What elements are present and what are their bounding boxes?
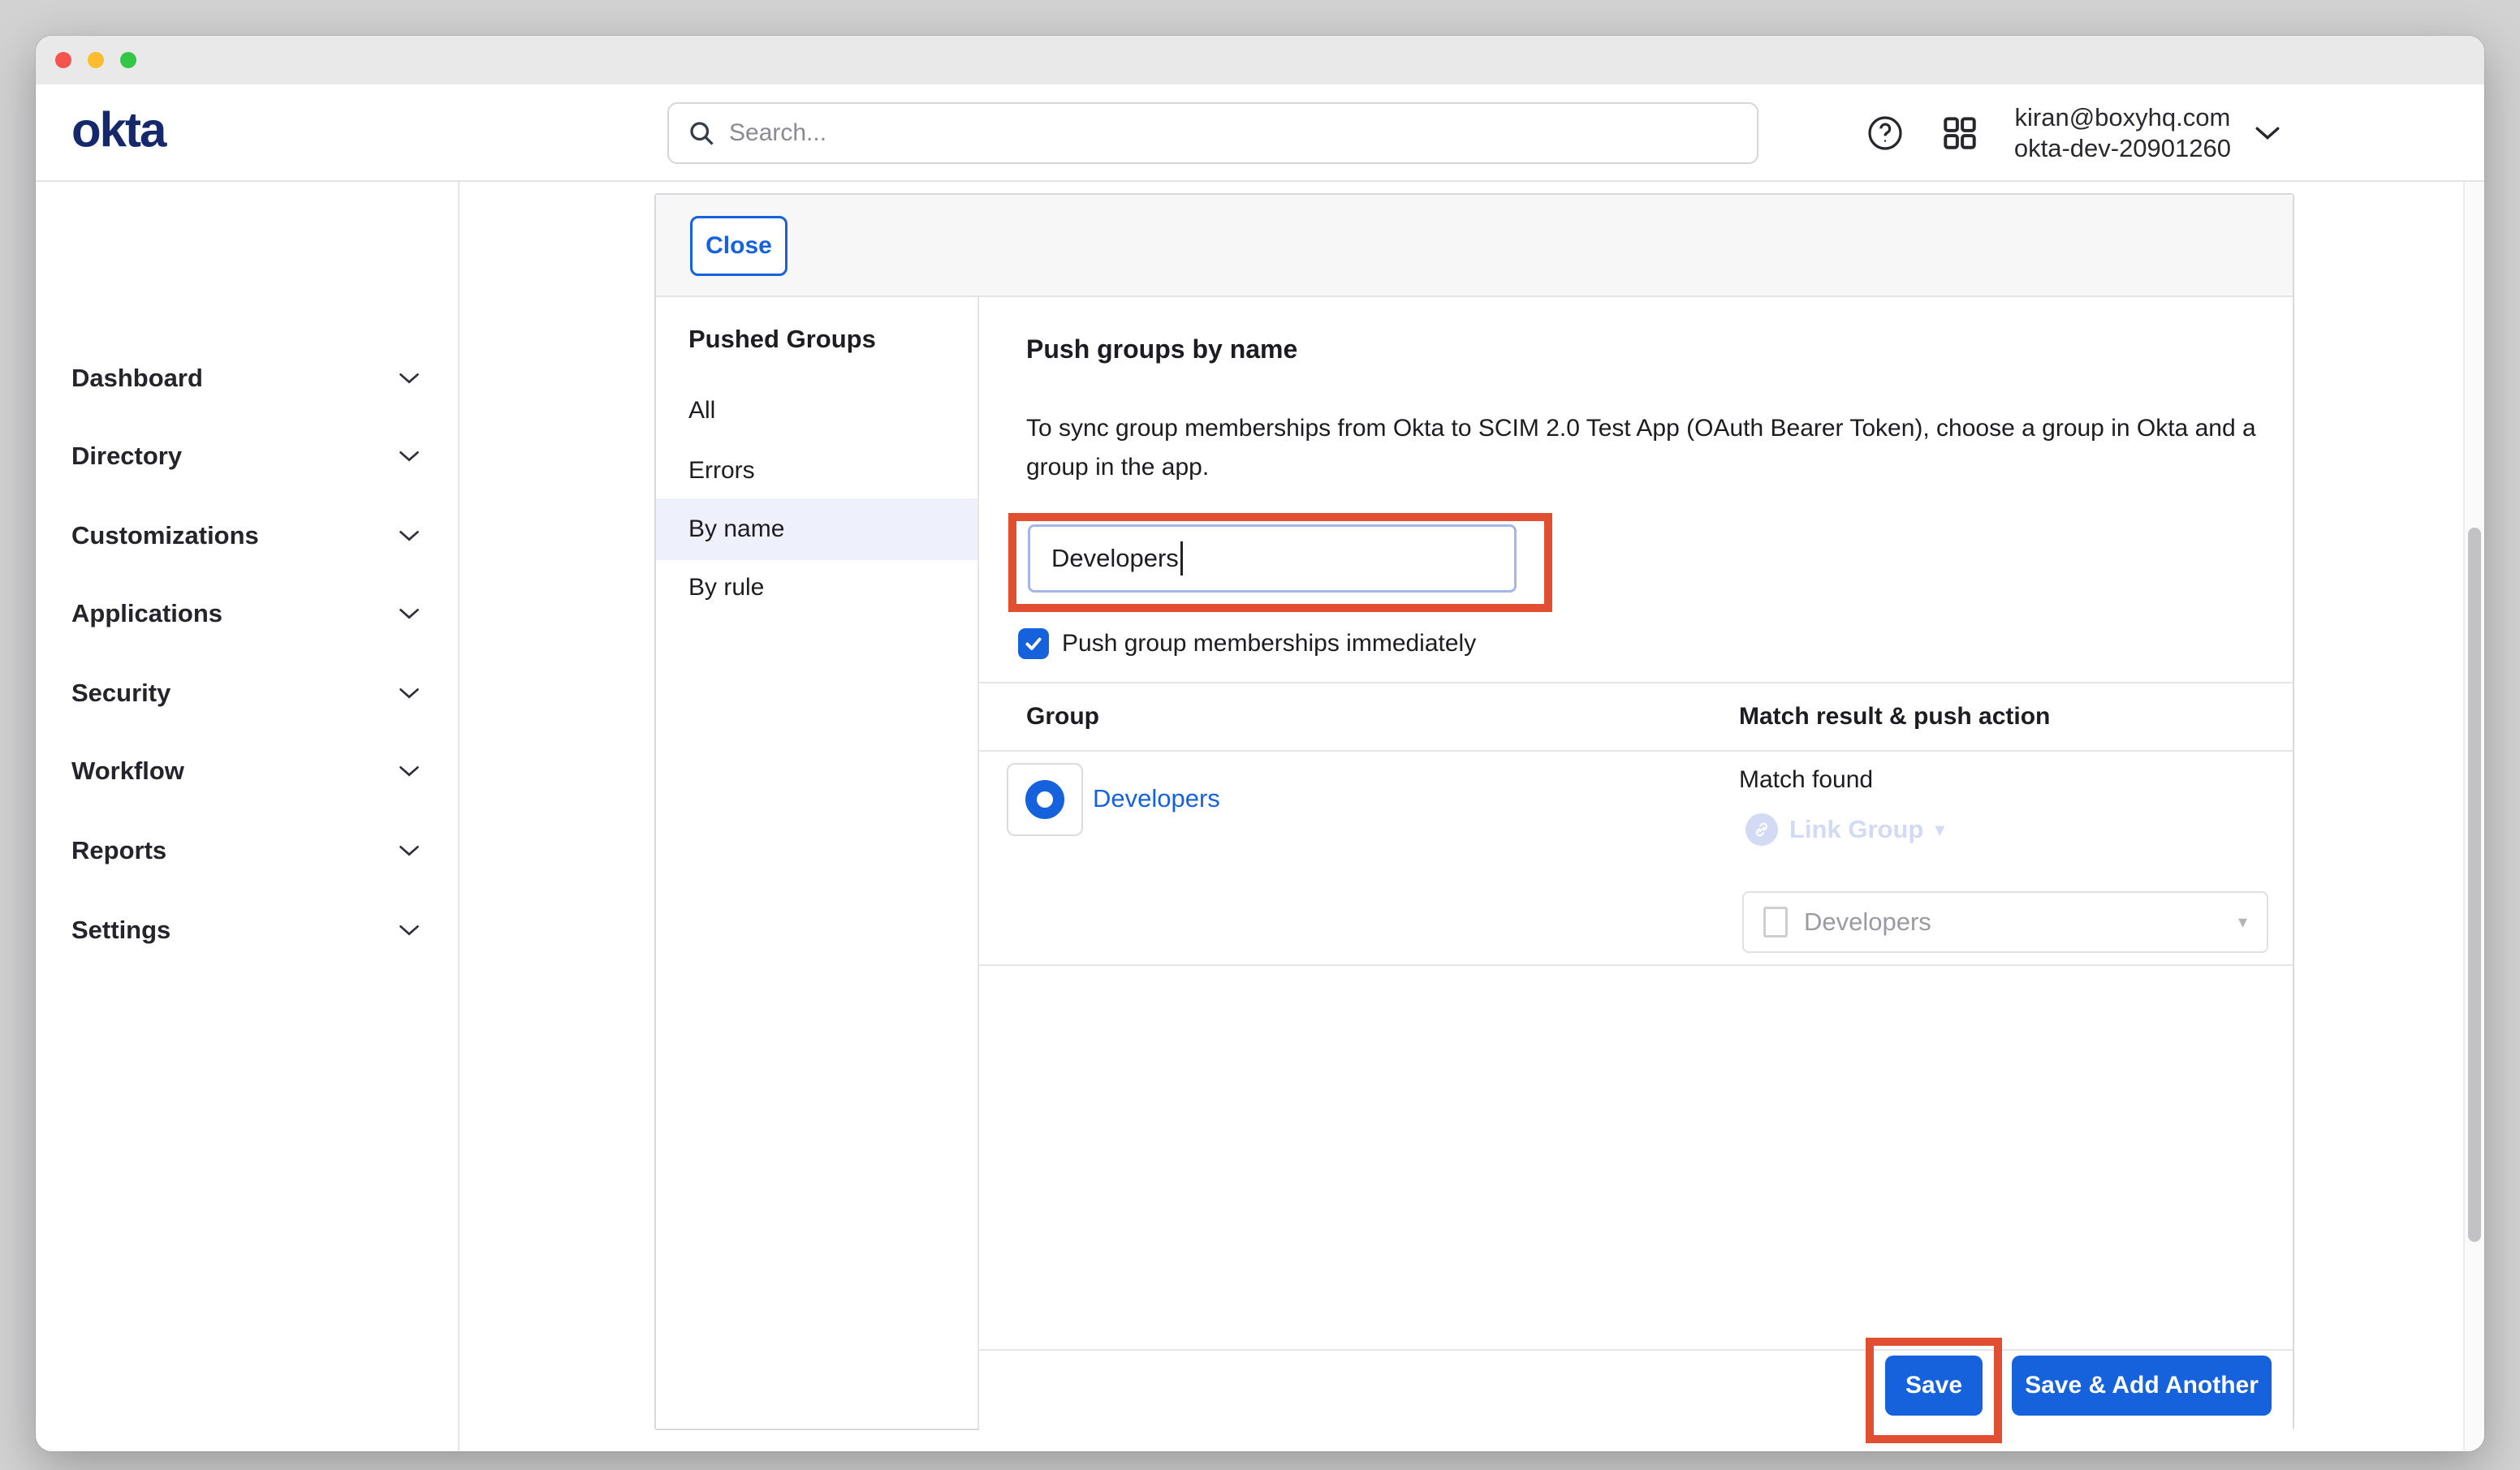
description-text: To sync group memberships from Okta to S… (1026, 409, 2260, 487)
sidebar-item-settings[interactable]: Settings (36, 912, 458, 948)
global-search[interactable] (667, 102, 1758, 164)
group-avatar (1007, 763, 1083, 836)
window-close-button[interactable] (55, 52, 71, 68)
chevron-down-icon (398, 371, 421, 386)
nav-item-errors[interactable]: Errors (656, 453, 977, 489)
account-email: kiran@boxyhq.com (2014, 102, 2231, 133)
check-icon (1023, 633, 1044, 654)
chevron-down-icon (398, 843, 421, 858)
divider (979, 964, 2293, 966)
sidebar-item-applications[interactable]: Applications (36, 596, 458, 632)
pushed-groups-nav: Pushed Groups All Errors By name By rule (656, 297, 979, 1429)
search-icon (687, 119, 716, 148)
panel-toolbar: Close (656, 195, 2293, 297)
link-group-label: Link Group (1789, 815, 1923, 844)
chevron-down-icon (398, 764, 421, 778)
window-titlebar (36, 36, 2484, 84)
okta-logo[interactable]: okta (71, 102, 165, 158)
sidebar-nav: Dashboard Directory Customizations Appli… (36, 182, 460, 1451)
app-header: okta (36, 84, 2484, 182)
apps-grid-icon[interactable] (1940, 113, 1980, 153)
group-link[interactable]: Developers (1093, 784, 1220, 813)
scrollbar-thumb[interactable] (2468, 528, 2481, 1242)
caret-down-icon: ▾ (2238, 912, 2247, 933)
push-groups-panel: Close Pushed Groups All Errors By name B… (654, 193, 2294, 1430)
chevron-down-icon (398, 449, 421, 463)
scrollbar-track[interactable] (2463, 182, 2484, 1451)
sidebar-item-dashboard[interactable]: Dashboard (36, 360, 458, 396)
help-icon[interactable] (1865, 113, 1905, 153)
text-cursor (1180, 541, 1183, 575)
chevron-down-icon (398, 686, 421, 701)
account-menu[interactable]: kiran@boxyhq.com okta-dev-20901260 (2014, 102, 2281, 164)
window-zoom-button[interactable] (120, 52, 136, 68)
chevron-down-icon (398, 606, 421, 621)
pushed-groups-title: Pushed Groups (688, 321, 876, 357)
chevron-down-icon (2254, 124, 2281, 142)
group-name-value: Developers (1051, 544, 1179, 573)
sidebar-item-workflow[interactable]: Workflow (36, 753, 458, 789)
group-name-input[interactable]: Developers (1028, 524, 1517, 593)
close-button[interactable]: Close (690, 216, 788, 276)
column-header-group: Group (1026, 703, 1099, 731)
divider (979, 682, 2293, 683)
group-placeholder-icon (1763, 907, 1788, 938)
sidebar-item-security[interactable]: Security (36, 675, 458, 711)
target-group-value: Developers (1804, 907, 2222, 937)
sidebar-item-directory[interactable]: Directory (36, 438, 458, 474)
link-icon (1745, 813, 1778, 846)
save-add-another-button[interactable]: Save & Add Another (2012, 1356, 2272, 1416)
target-group-select[interactable]: Developers ▾ (1742, 891, 2268, 953)
column-header-match: Match result & push action (1739, 703, 2050, 731)
save-button[interactable]: Save (1885, 1356, 1983, 1416)
caret-down-icon: ▾ (1935, 818, 1944, 842)
window-minimize-button[interactable] (88, 52, 104, 68)
group-avatar-icon (1025, 780, 1064, 819)
divider (979, 750, 2293, 752)
push-immediately-label: Push group memberships immediately (1062, 630, 1476, 657)
chevron-down-icon (398, 923, 421, 938)
nav-item-all[interactable]: All (656, 393, 977, 429)
sidebar-item-reports[interactable]: Reports (36, 833, 458, 869)
push-immediately-checkbox[interactable] (1018, 628, 1049, 659)
nav-item-by-name[interactable]: By name (656, 511, 977, 547)
page-title: Push groups by name (1026, 334, 1297, 364)
match-status: Match found (1739, 766, 1873, 794)
link-group-button[interactable]: Link Group ▾ (1745, 813, 1944, 846)
account-org: okta-dev-20901260 (2014, 133, 2231, 164)
chevron-down-icon (398, 528, 421, 543)
nav-item-by-rule[interactable]: By rule (656, 570, 977, 606)
search-input[interactable] (729, 119, 1739, 147)
sidebar-item-customizations[interactable]: Customizations (36, 518, 458, 554)
browser-window: okta (36, 36, 2484, 1451)
